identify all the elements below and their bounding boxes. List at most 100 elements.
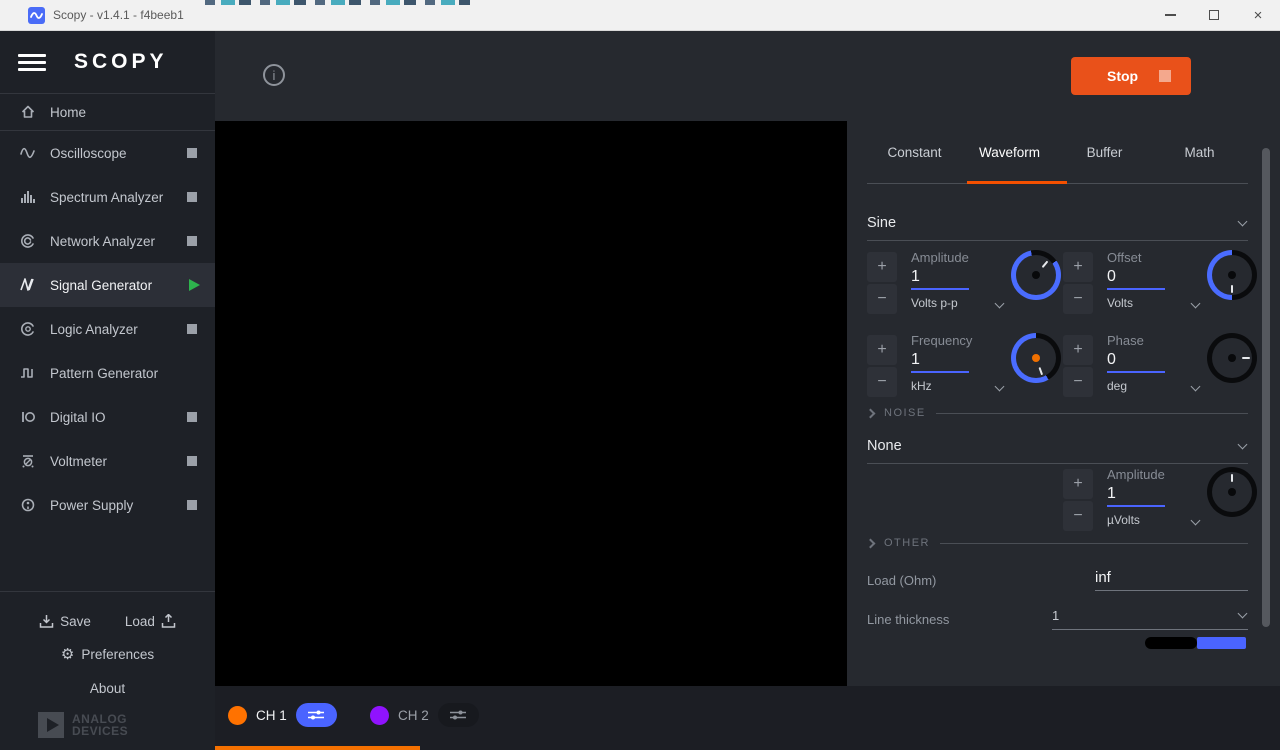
channel-1-enable-button[interactable] xyxy=(228,706,247,725)
sidebar-item-home[interactable]: Home xyxy=(0,94,215,130)
phase-label: Phase xyxy=(1107,333,1199,348)
minimize-button[interactable] xyxy=(1148,0,1192,30)
offset-increment-button[interactable]: + xyxy=(1063,252,1093,282)
phase-value-input[interactable]: 0 xyxy=(1107,351,1165,373)
frequency-decrement-button[interactable]: − xyxy=(867,367,897,397)
noise-amplitude-value-input[interactable]: 1 xyxy=(1107,485,1165,507)
load-button[interactable]: Load xyxy=(125,614,176,629)
channel-1-settings-button[interactable] xyxy=(296,703,337,727)
line-thickness-row: Line thickness 1 xyxy=(867,608,1248,630)
info-icon[interactable]: i xyxy=(263,64,285,86)
app-icon xyxy=(28,7,45,24)
offset-value-input[interactable]: 0 xyxy=(1107,268,1165,290)
status-indicator xyxy=(187,192,197,202)
phase-decrement-button[interactable]: − xyxy=(1063,367,1093,397)
chevron-down-icon xyxy=(1191,515,1201,525)
offset-knob[interactable] xyxy=(1207,250,1257,300)
titlebar: Scopy - v1.4.1 - f4beeb1 × xyxy=(0,0,1280,31)
noise-amplitude-control: + − Amplitude 1 µVolts xyxy=(1063,467,1257,531)
offset-decrement-button[interactable]: − xyxy=(1063,284,1093,314)
amplitude-decrement-button[interactable]: − xyxy=(867,284,897,314)
phase-knob[interactable] xyxy=(1207,333,1257,383)
horizontal-scrollbar-thumb[interactable] xyxy=(1197,637,1246,649)
active-channel-accent xyxy=(215,746,420,750)
amplitude-unit-select[interactable]: Volts p-p xyxy=(911,296,1003,310)
sidebar-item-spectrum-analyzer[interactable]: Spectrum Analyzer xyxy=(0,175,215,219)
status-indicator xyxy=(187,412,197,422)
preferences-button[interactable]: ⚙ Preferences xyxy=(0,645,215,663)
tab-constant[interactable]: Constant xyxy=(867,145,962,178)
channel-2-settings-button[interactable] xyxy=(438,703,479,727)
sidebar-item-network-analyzer[interactable]: Network Analyzer xyxy=(0,219,215,263)
menu-hamburger-icon[interactable] xyxy=(18,50,46,75)
load-ohm-input[interactable]: inf xyxy=(1095,569,1248,591)
status-indicator xyxy=(187,324,197,334)
status-indicator xyxy=(187,456,197,466)
oscilloscope-icon xyxy=(18,145,38,161)
about-button[interactable]: About xyxy=(0,681,215,696)
tab-buffer[interactable]: Buffer xyxy=(1057,145,1152,178)
sidebar-item-oscilloscope[interactable]: Oscilloscope xyxy=(0,131,215,175)
spectrum-icon xyxy=(18,189,38,205)
phase-increment-button[interactable]: + xyxy=(1063,335,1093,365)
sidebar-item-voltmeter[interactable]: Voltmeter xyxy=(0,439,215,483)
amplitude-knob[interactable] xyxy=(1011,250,1061,300)
offset-unit-select[interactable]: Volts xyxy=(1107,296,1199,310)
channel-2-enable-button[interactable] xyxy=(370,706,389,725)
waveform-type-select[interactable]: Sine xyxy=(867,214,1248,241)
amplitude-label: Amplitude xyxy=(911,250,1003,265)
tab-waveform[interactable]: Waveform xyxy=(962,145,1057,178)
sidebar-item-logic-analyzer[interactable]: Logic Analyzer xyxy=(0,307,215,351)
frequency-value-input[interactable]: 1 xyxy=(911,351,969,373)
chevron-down-icon xyxy=(1238,440,1248,450)
maximize-button[interactable] xyxy=(1192,0,1236,30)
digital-io-icon xyxy=(18,409,38,425)
frequency-knob[interactable] xyxy=(1011,333,1061,383)
tab-math[interactable]: Math xyxy=(1152,145,1247,178)
power-supply-icon xyxy=(18,497,38,513)
horizontal-scrollbar-track[interactable] xyxy=(1145,637,1197,649)
voltmeter-icon xyxy=(18,453,38,469)
chevron-down-icon xyxy=(1191,381,1201,391)
close-button[interactable]: × xyxy=(1236,0,1280,30)
amplitude-increment-button[interactable]: + xyxy=(867,252,897,282)
run-stop-button[interactable]: Stop xyxy=(1071,57,1191,95)
noise-amplitude-knob[interactable] xyxy=(1207,467,1257,517)
load-ohm-row: Load (Ohm) inf xyxy=(867,569,1248,591)
collapse-chevron-icon[interactable] xyxy=(866,538,876,548)
collapse-chevron-icon[interactable] xyxy=(866,408,876,418)
save-icon xyxy=(39,614,54,629)
signal-generator-settings: Constant Waveform Buffer Math Sine + − A… xyxy=(847,121,1280,686)
scopy-logo: SCOPY xyxy=(74,50,168,74)
channel-bar: CH 1 CH 2 xyxy=(215,686,1280,750)
sidebar-item-signal-generator[interactable]: Signal Generator xyxy=(0,263,215,307)
line-thickness-select[interactable]: 1 xyxy=(1052,608,1248,630)
amplitude-value-input[interactable]: 1 xyxy=(911,268,969,290)
noise-amplitude-decrement-button[interactable]: − xyxy=(1063,501,1093,531)
frequency-unit-select[interactable]: kHz xyxy=(911,379,1003,393)
other-section-header: OTHER xyxy=(867,537,1248,549)
window-title: Scopy - v1.4.1 - f4beeb1 xyxy=(53,8,184,22)
status-indicator xyxy=(187,236,197,246)
load-icon xyxy=(161,614,176,629)
offset-label: Offset xyxy=(1107,250,1199,265)
save-button[interactable]: Save xyxy=(39,614,91,629)
chevron-down-icon xyxy=(1238,217,1248,227)
channel-2: CH 2 xyxy=(370,703,479,727)
frequency-increment-button[interactable]: + xyxy=(867,335,897,365)
load-ohm-label: Load (Ohm) xyxy=(867,573,936,588)
sidebar-item-pattern-generator[interactable]: Pattern Generator xyxy=(0,351,215,395)
noise-amplitude-unit-select[interactable]: µVolts xyxy=(1107,513,1199,527)
phase-unit-select[interactable]: deg xyxy=(1107,379,1199,393)
amplitude-control: + − Amplitude 1 Volts p-p xyxy=(867,250,1061,314)
vertical-scrollbar-thumb[interactable] xyxy=(1262,148,1270,627)
sidebar-item-power-supply[interactable]: Power Supply xyxy=(0,483,215,527)
chevron-down-icon xyxy=(995,298,1005,308)
noise-amplitude-increment-button[interactable]: + xyxy=(1063,469,1093,499)
noise-type-select[interactable]: None xyxy=(867,437,1248,464)
sidebar-item-digital-io[interactable]: Digital IO xyxy=(0,395,215,439)
home-icon xyxy=(18,104,38,120)
frequency-label: Frequency xyxy=(911,333,1003,348)
pattern-generator-icon xyxy=(18,365,38,381)
status-indicator xyxy=(187,500,197,510)
